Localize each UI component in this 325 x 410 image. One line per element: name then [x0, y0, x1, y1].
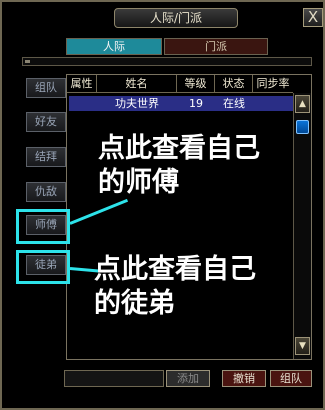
column-header-status[interactable]: 状态 — [215, 75, 253, 93]
name-input[interactable] — [64, 370, 164, 387]
tab-renji[interactable]: 人际 — [66, 38, 162, 55]
tab-menpai[interactable]: 门派 — [164, 38, 268, 55]
table-header: 属性 姓名 等级 状态 同步率 — [67, 75, 293, 93]
title-bar: 人际/门派 X — [6, 6, 323, 30]
master-annotation-line2: 的师傅 — [98, 167, 179, 198]
list-scrollbar[interactable]: ▲ ▼ — [293, 93, 311, 359]
sidebar-item-enemies[interactable]: 仇敌 — [26, 182, 66, 202]
scroll-down-button[interactable]: ▼ — [295, 337, 310, 355]
cell-level: 19 — [189, 97, 203, 110]
sidebar-item-sworn[interactable]: 结拜 — [26, 147, 66, 167]
scroll-thumb[interactable] — [296, 120, 309, 134]
master-highlight-box — [16, 209, 70, 244]
table-row[interactable]: 功夫世界 19 在线 — [69, 96, 293, 111]
master-annotation: 点此查看自己 的师傅 — [98, 132, 260, 200]
master-annotation-line1: 点此查看自己 — [98, 133, 260, 164]
apprentice-annotation-line1: 点此查看自己 — [94, 254, 256, 285]
sidebar-item-friends[interactable]: 好友 — [26, 112, 66, 132]
apprentice-annotation: 点此查看自己 的徒弟 — [94, 253, 256, 321]
top-slider-rail — [22, 57, 312, 66]
cancel-button[interactable]: 撤销 — [222, 370, 266, 387]
column-header-level[interactable]: 等级 — [177, 75, 215, 93]
add-button[interactable]: 添加 — [166, 370, 210, 387]
cell-status: 在线 — [223, 97, 245, 110]
apprentice-annotation-line2: 的徒弟 — [94, 288, 175, 319]
team-button[interactable]: 组队 — [270, 370, 312, 387]
column-header-name[interactable]: 姓名 — [97, 75, 177, 93]
apprentice-highlight-box — [16, 250, 70, 284]
scroll-up-button[interactable]: ▲ — [295, 95, 310, 113]
close-button[interactable]: X — [303, 8, 323, 27]
sidebar-item-team[interactable]: 组队 — [26, 78, 66, 98]
social-window: 人际/门派 X 人际 门派 组队 好友 结拜 仇敌 师傅 徒弟 属性 姓名 等级… — [0, 0, 325, 410]
cell-name: 功夫世界 — [115, 97, 159, 110]
window-title: 人际/门派 — [114, 8, 238, 28]
column-header-attr[interactable]: 属性 — [67, 75, 97, 93]
column-header-sync[interactable]: 同步率 — [253, 75, 293, 93]
